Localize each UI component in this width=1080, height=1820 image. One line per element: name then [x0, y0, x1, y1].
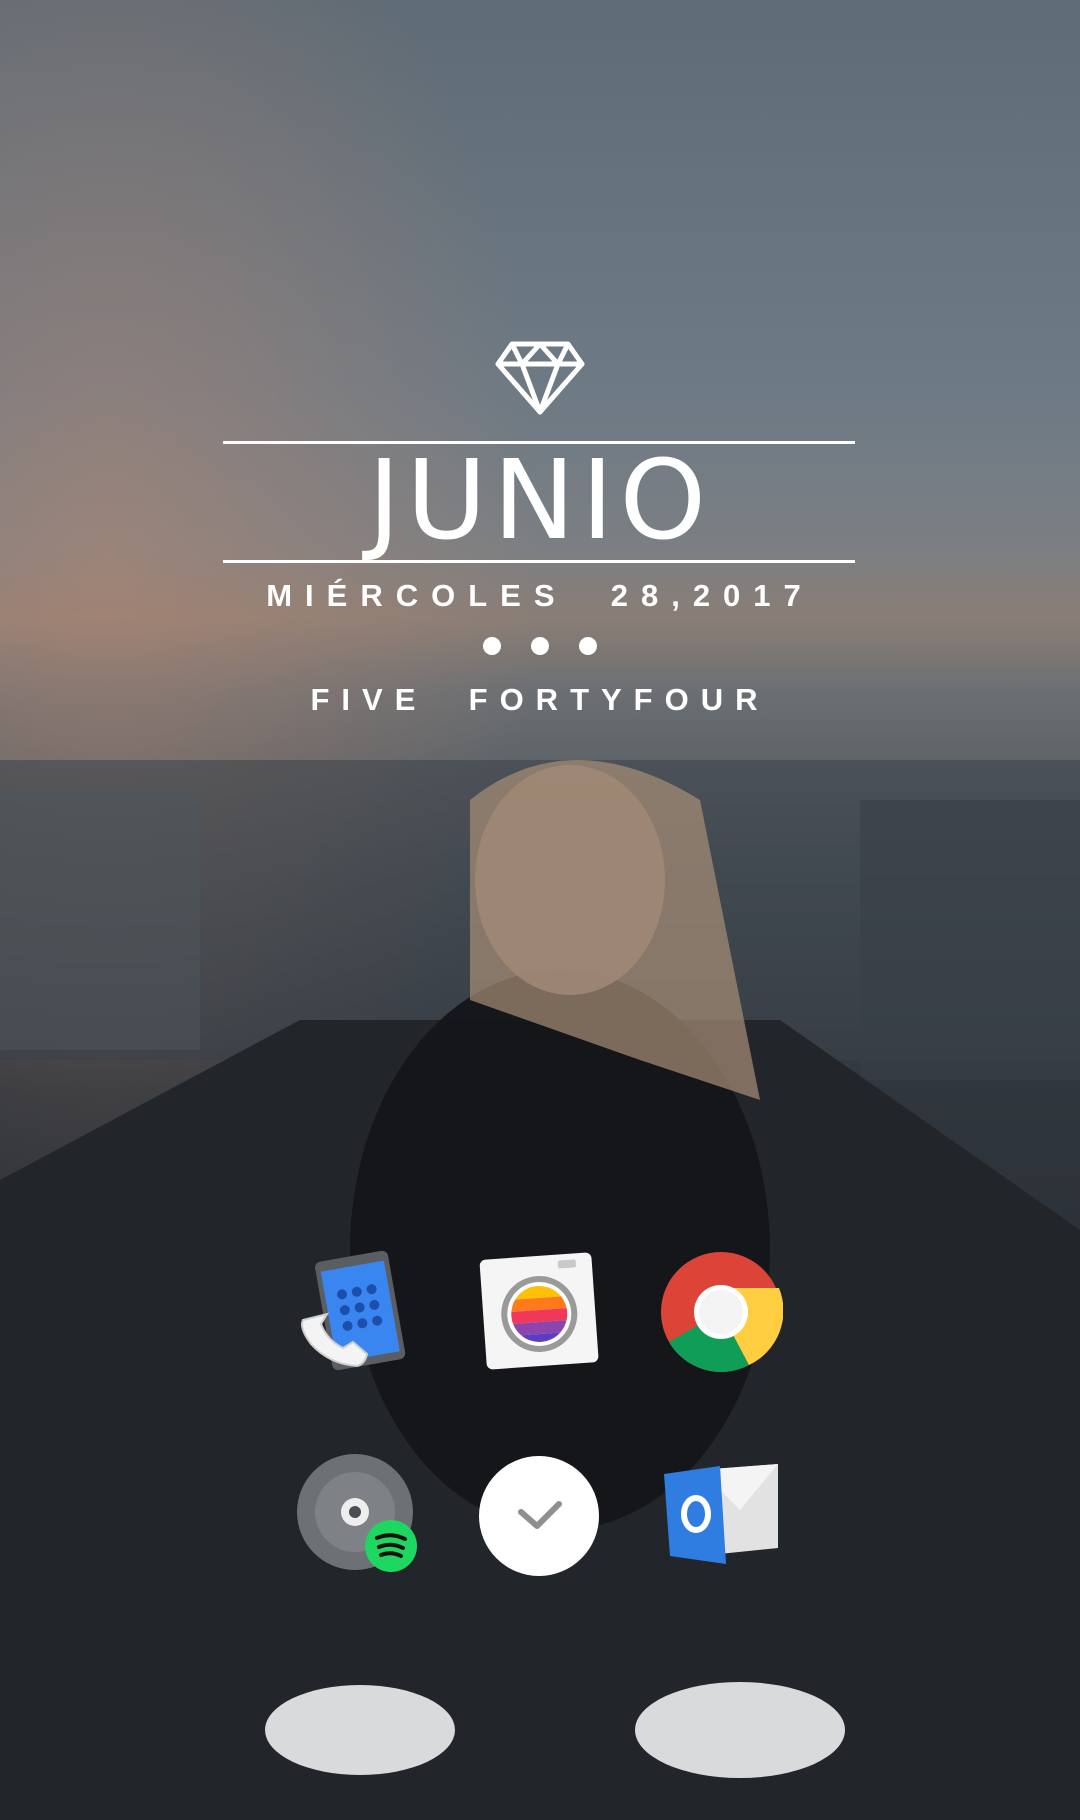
separator-dots — [0, 637, 1080, 660]
camera-icon — [479, 1252, 599, 1370]
diamond-icon — [495, 341, 585, 415]
phone-dialer-icon — [301, 1250, 406, 1371]
outlook-icon — [664, 1464, 778, 1564]
time-label: FIVE FORTYFOUR — [310, 682, 770, 717]
checkmark-icon — [479, 1456, 599, 1576]
clock-widget[interactable]: JUNIO MIÉRCOLES 28,2017 FIVE FORTYFOUR — [0, 0, 1080, 760]
browser-app[interactable] — [659, 1250, 783, 1374]
date-label: MIÉRCOLES 28,2017 — [266, 578, 814, 613]
camera-app[interactable] — [477, 1248, 601, 1372]
dot — [483, 637, 501, 655]
month-label: JUNIO — [367, 436, 713, 564]
dot — [579, 637, 597, 655]
spotify-icon — [297, 1454, 417, 1572]
bottom-divider — [223, 560, 855, 563]
chrome-icon — [661, 1252, 783, 1372]
mail-app[interactable] — [654, 1452, 778, 1576]
dot — [531, 637, 549, 655]
tasks-app[interactable] — [477, 1454, 601, 1578]
music-app[interactable] — [295, 1452, 419, 1576]
phone-app[interactable] — [295, 1248, 419, 1372]
